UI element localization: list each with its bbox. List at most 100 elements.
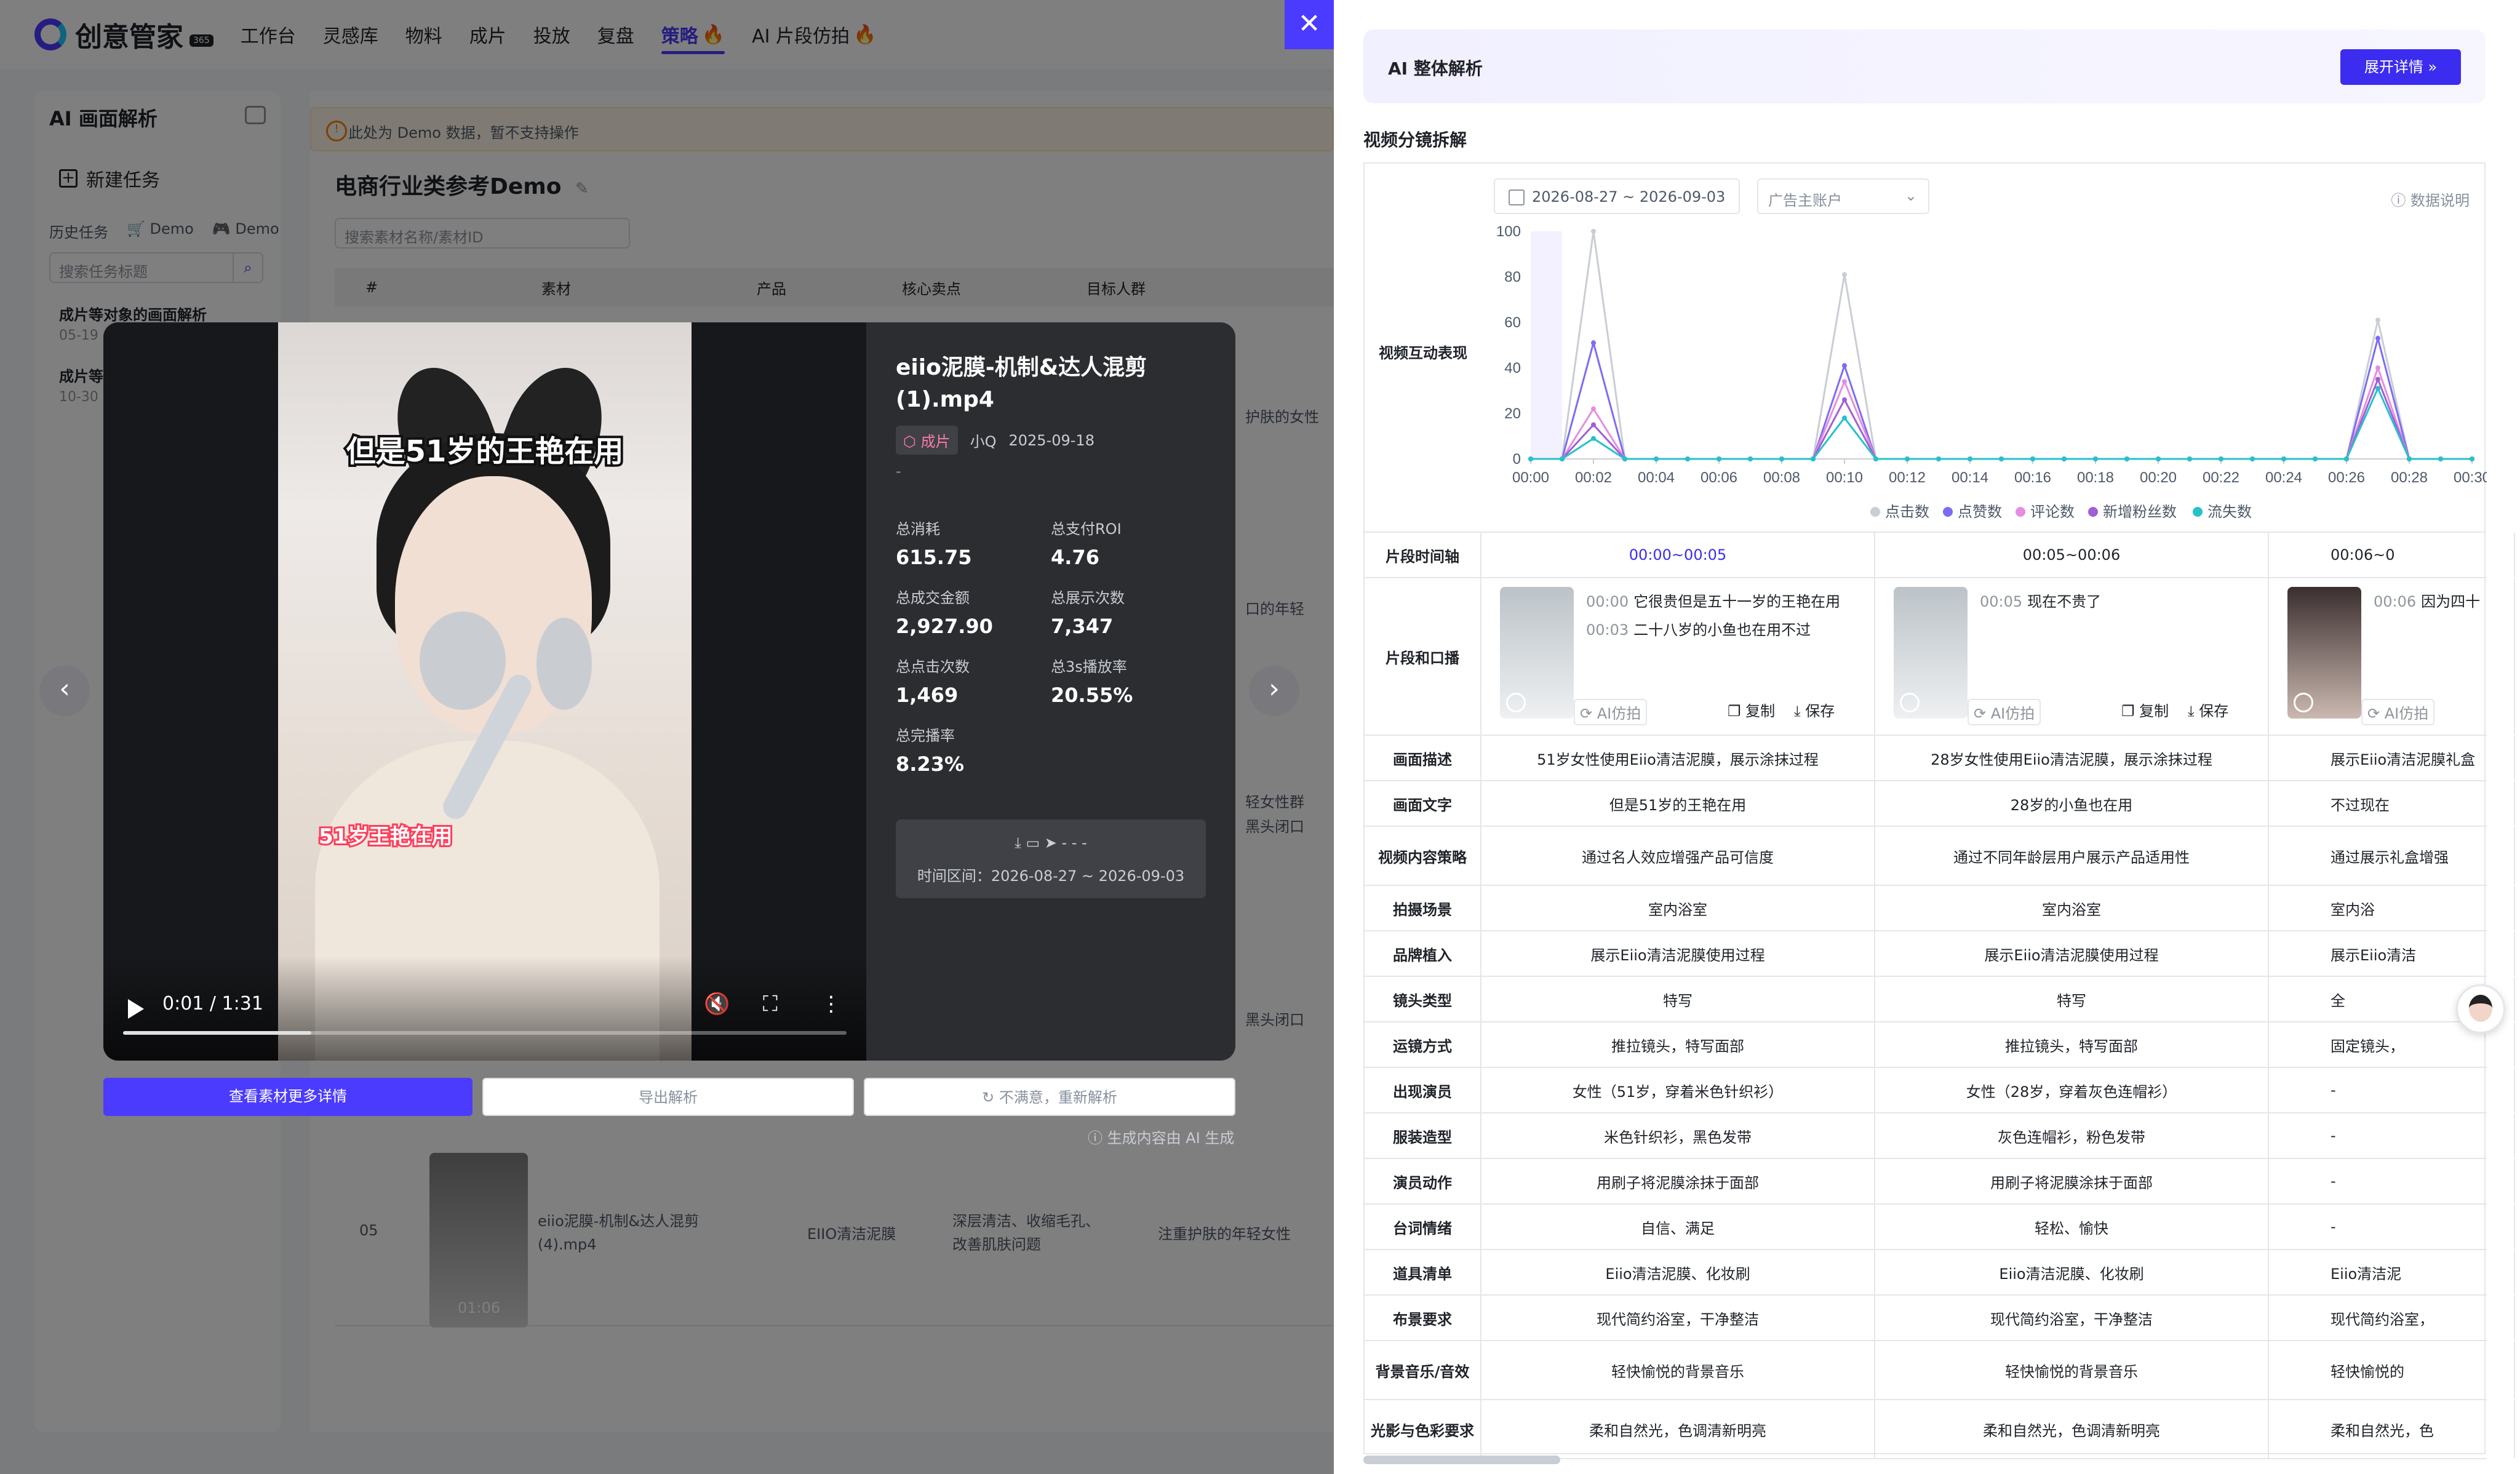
attribute-cell: 轻快愉悦的背景音乐: [1875, 1341, 2269, 1399]
data-point: [2344, 456, 2349, 461]
stat-item: 总完播率 8.23%: [896, 723, 964, 776]
box-icons[interactable]: ⤓ ▭ ➤ - - -: [896, 834, 1206, 851]
save-button[interactable]: ⤓ 保存: [2188, 699, 2228, 720]
attribute-cell: -: [2269, 1113, 2515, 1158]
stat-value: 2,927.90: [896, 615, 993, 638]
data-explain-link[interactable]: ⓘ 数据说明: [2391, 188, 2470, 210]
play-circle-icon[interactable]: [1900, 693, 1920, 712]
x-tick-label: 00:22: [2203, 469, 2239, 486]
attribute-cell: 柔和自然光，色调清新明亮: [1875, 1400, 2269, 1458]
video-progress-bar[interactable]: [123, 1031, 847, 1035]
data-point: [1842, 415, 1847, 421]
segment-time[interactable]: 00:05~00:06: [1875, 533, 2269, 577]
row-label: 布景要求: [1365, 1296, 1481, 1340]
x-tick-label: 00:18: [2077, 469, 2114, 486]
more-icon[interactable]: ⋮: [821, 992, 842, 1016]
data-point: [2313, 456, 2318, 461]
stat-item: 总点击次数 1,469: [896, 655, 970, 707]
video-time: 0:01 / 1:31: [162, 993, 263, 1014]
next-arrow-icon[interactable]: ›: [1249, 666, 1299, 716]
ai-note: ⓘ 生成内容由 AI 生成: [1088, 1129, 1235, 1147]
stat-label: 总展示次数: [1051, 589, 1125, 607]
row-label: 光影与色彩要求: [1365, 1400, 1481, 1458]
attribute-cell: -: [2269, 1068, 2515, 1112]
data-point: [2375, 335, 2380, 341]
stat-item: 总支付ROI 4.76: [1051, 517, 1122, 569]
time-range: 时间区间：2026-08-27 ~ 2026-09-03: [917, 867, 1185, 885]
save-button[interactable]: ⤓ 保存: [1794, 699, 1835, 720]
ai-remake-label: AI仿拍: [2384, 705, 2429, 722]
attribute-cell: 轻快愉悦的: [2269, 1341, 2515, 1399]
attribute-cell: 通过展示礼盒增强: [2269, 827, 2515, 885]
prev-arrow-icon[interactable]: ‹: [39, 666, 90, 716]
account-select[interactable]: 广告主账户 ⌄: [1757, 178, 1929, 214]
ai-remake-button[interactable]: ⟳ AI仿拍: [1574, 699, 1648, 725]
attribute-cell: 特写: [1875, 977, 2269, 1021]
attribute-cell: 室内浴: [2269, 886, 2515, 930]
fullscreen-icon[interactable]: ⛶: [763, 992, 778, 1016]
reanalyze-button[interactable]: ↻ 不满意，重新解析: [864, 1078, 1235, 1116]
stat-value: 8.23%: [896, 752, 965, 776]
mute-icon[interactable]: 🔇: [704, 992, 730, 1016]
account-placeholder: 广告主账户: [1768, 192, 1842, 209]
segment-time[interactable]: 00:06~0: [2269, 533, 2515, 577]
video-player[interactable]: 但是51岁的王艳在用 51岁王艳在用 0:01 / 1:31 🔇 ⛶ ⋮: [103, 322, 866, 1061]
analysis-drawer: AI 整体解析 展开详情 » 视频分镜拆解 视频互动表现 2026-08-27 …: [1334, 0, 2520, 1474]
data-point: [2375, 317, 2380, 323]
copy-button[interactable]: ❐ 复制: [2121, 699, 2169, 720]
voiceover-timestamp: 00:03: [1586, 621, 1629, 639]
row-label: 运镜方式: [1365, 1022, 1481, 1067]
mask-shape: [420, 612, 506, 710]
close-icon[interactable]: ✕: [1285, 0, 1334, 49]
attribute-cell: Eiio清洁泥: [2269, 1250, 2515, 1294]
ai-remake-button[interactable]: ⟳ AI仿拍: [2361, 699, 2435, 725]
attribute-cell: 灰色连帽衫，粉色发带: [1875, 1113, 2269, 1158]
attribute-cell: 但是51岁的王艳在用: [1481, 781, 1875, 826]
attribute-cell: 用刷子将泥膜涂抹于面部: [1875, 1159, 2269, 1203]
expand-details-button[interactable]: 展开详情 »: [2340, 49, 2461, 85]
stat-label: 总消耗: [896, 520, 940, 538]
data-point: [1842, 397, 1847, 402]
clip-thumbnail[interactable]: [1894, 587, 1968, 719]
series-line-点击数: [1531, 231, 2472, 460]
horizontal-scrollbar[interactable]: [1363, 1456, 2486, 1464]
chevron-down-icon: ⌄: [1904, 187, 1917, 204]
legend-marker: [1943, 507, 1953, 517]
attribute-cell: Eiio清洁泥膜、化妆刷: [1875, 1250, 2269, 1294]
segment-time[interactable]: 00:00~00:05: [1481, 533, 1875, 577]
attribute-cell: 特写: [1481, 977, 1875, 1021]
play-circle-icon[interactable]: [2294, 693, 2313, 712]
copy-button[interactable]: ❐ 复制: [1728, 699, 1775, 720]
data-point: [1685, 456, 1690, 461]
material-desc: -: [896, 463, 901, 480]
scrollbar-thumb[interactable]: [1363, 1456, 1560, 1464]
export-analysis-button[interactable]: 导出解析: [482, 1078, 854, 1116]
play-circle-icon[interactable]: [1506, 693, 1526, 712]
attribute-cell: 展示Eiio清洁泥膜使用过程: [1875, 931, 2269, 976]
legend-marker: [2088, 507, 2098, 517]
data-point: [1717, 456, 1721, 461]
ai-banner-title: AI 整体解析: [1388, 58, 1483, 79]
clip-thumbnail[interactable]: [1500, 587, 1574, 719]
attribute-cell: 28岁女性使用Eiio清洁泥膜，展示涂抹过程: [1875, 736, 2269, 780]
clip-thumbnail[interactable]: [2287, 587, 2361, 719]
date-range-picker[interactable]: 2026-08-27 ~ 2026-09-03: [1494, 178, 1740, 214]
data-point: [2219, 456, 2223, 461]
voiceover-line: 00:00 它很贵但是五十一岁的王艳在用: [1586, 589, 1840, 611]
attribute-row: 背景音乐/音效 轻快愉悦的背景音乐 轻快愉悦的背景音乐 轻快愉悦的: [1365, 1341, 2515, 1400]
attribute-cell: 51岁女性使用Eiio清洁泥膜，展示涂抹过程: [1481, 736, 1875, 780]
row-label: 拍摄场景: [1365, 886, 1481, 930]
ai-remake-button[interactable]: ⟳ AI仿拍: [1968, 699, 2041, 725]
voiceover-text: 因为四十: [2421, 593, 2481, 610]
interaction-chart[interactable]: 0 20 40 60 80 100 00:00 00:02 00:04 00:06 00:08 00:…: [1481, 219, 2487, 533]
material-meta: ⬡ 成片 小Q 2025-09-18: [896, 426, 1095, 455]
view-details-button[interactable]: 查看素材更多详情: [103, 1078, 472, 1116]
stat-label: 总支付ROI: [1051, 520, 1122, 538]
data-point: [1591, 406, 1596, 412]
assistant-avatar[interactable]: [2456, 984, 2505, 1034]
video-frame[interactable]: 但是51岁的王艳在用 51岁王艳在用: [278, 322, 692, 1061]
voiceover-text: 现在不贵了: [2027, 593, 2102, 610]
play-icon[interactable]: [128, 999, 144, 1019]
legend-marker: [1870, 507, 1880, 517]
clip-card: 00:06 因为四十 ⟳ AI仿拍: [2269, 578, 2515, 735]
